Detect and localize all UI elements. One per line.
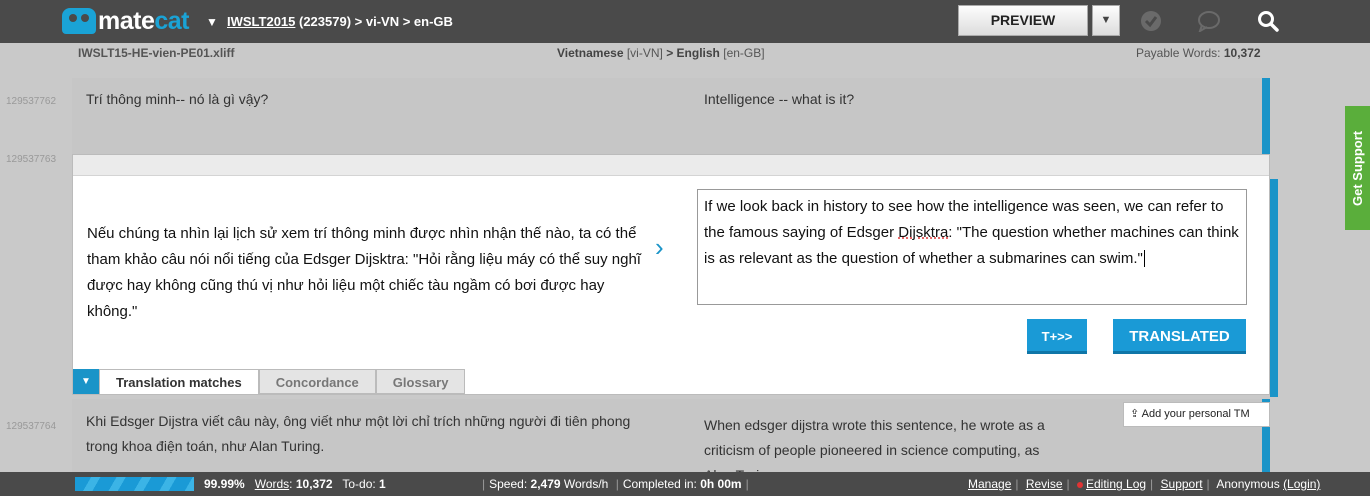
tabs-toggle-caret-icon[interactable]: ▼ <box>73 369 99 394</box>
project-menu-caret-icon[interactable]: ▼ <box>206 15 218 29</box>
segment-source: Trí thông minh-- nó là gì vậy? <box>86 91 269 107</box>
target-misspelled-word[interactable]: Dijsktra <box>898 224 948 241</box>
search-icon[interactable] <box>1255 8 1281 34</box>
speed-label: Speed: <box>489 477 528 491</box>
status-bar: 99.99% Words: 10,372 To-do: 1 | Speed: 2,… <box>0 472 1370 496</box>
words-link[interactable]: Words <box>255 477 289 491</box>
tab-glossary[interactable]: Glossary <box>375 369 466 394</box>
support-link[interactable]: Support <box>1161 477 1203 491</box>
logo-text-b: cat <box>154 6 190 35</box>
completed-value: 0h 00m <box>700 477 742 491</box>
segment-editor: Nếu chúng ta nhìn lại lịch sử xem trí th… <box>72 154 1278 397</box>
preview-dropdown-button[interactable]: ▼ <box>1092 5 1120 36</box>
logo-mark-icon <box>62 8 96 34</box>
speed-unit: Words/h <box>563 477 609 491</box>
segment-row[interactable]: Trí thông minh-- nó là gì vậy? Intellige… <box>72 78 1270 154</box>
editor-header <box>73 155 1269 176</box>
speed-value: 2,479 <box>530 477 561 491</box>
logo-text: matecat <box>98 6 190 36</box>
editor-tabs: ▼ Translation matches Concordance Glossa… <box>73 369 466 394</box>
segment-row[interactable]: Khi Edsger Dijstra viết câu này, ông viế… <box>72 399 1270 483</box>
segment-status-bar <box>1270 179 1278 397</box>
segment-id: 129537764 <box>6 421 57 432</box>
translated-button[interactable]: TRANSLATED <box>1113 319 1246 354</box>
check-circle-icon[interactable] <box>1138 8 1164 34</box>
source-language-code: [vi-VN] <box>626 46 663 60</box>
status-summary: 99.99% Words: 10,372 To-do: 1 <box>204 477 386 491</box>
completed-label: Completed in: <box>622 477 697 491</box>
text-cursor <box>1143 250 1145 267</box>
speed-info: | Speed: 2,479 Words/h | Completed in: 0h … <box>482 477 749 491</box>
editing-log-dot-icon <box>1077 481 1083 488</box>
tag-projection-button[interactable]: T+>> <box>1027 319 1087 354</box>
preview-button[interactable]: PREVIEW <box>958 5 1088 36</box>
payable-words-value: 10,372 <box>1223 46 1261 60</box>
logo-text-a: mate <box>98 6 155 35</box>
matecat-logo[interactable]: matecat <box>62 6 190 36</box>
file-name: IWSLT15-HE-vien-PE01.xliff <box>78 46 235 60</box>
login-link[interactable]: (Login) <box>1283 477 1320 491</box>
source-language: Vietnamese <box>557 46 624 60</box>
upload-icon: ⇪ <box>1130 408 1140 420</box>
todo-label: To-do: <box>342 477 376 491</box>
segment-target[interactable]: Intelligence -- what is it? <box>704 87 1244 112</box>
tab-concordance[interactable]: Concordance <box>258 369 376 394</box>
segment-source: Nếu chúng ta nhìn lại lịch sử xem trí th… <box>87 225 641 320</box>
add-personal-tm-tooltip[interactable]: ⇪ Add your personal TM <box>1123 402 1270 427</box>
add-personal-tm-label: Add your personal TM <box>1141 408 1250 420</box>
manage-link[interactable]: Manage <box>968 477 1011 491</box>
revise-link[interactable]: Revise <box>1026 477 1063 491</box>
tab-translation-matches[interactable]: Translation matches <box>99 369 259 394</box>
language-pair: Vietnamese [vi-VN] > English [en-GB] <box>557 46 765 60</box>
comment-icon[interactable] <box>1196 8 1222 34</box>
language-separator: > <box>666 46 674 60</box>
user-name: Anonymous <box>1216 477 1280 491</box>
project-link[interactable]: IWSLT2015 <box>227 14 295 29</box>
footer-links: Manage | Revise | Editing Log | Support | An… <box>968 477 1321 491</box>
segment-id: 129537763 <box>6 154 57 165</box>
target-language-code: [en-GB] <box>723 46 765 60</box>
editing-log-link[interactable]: Editing Log <box>1086 477 1146 491</box>
file-info-bar: IWSLT15-HE-vien-PE01.xliff Vietnamese [v… <box>0 46 1370 64</box>
segment-id: 129537762 <box>6 96 57 107</box>
target-editor-field[interactable]: If we look back in history to see how th… <box>697 189 1247 305</box>
top-bar: matecat ▼ IWSLT2015 (223579) > vi-VN > e… <box>0 0 1370 43</box>
get-support-tab[interactable]: Get Support <box>1345 106 1370 230</box>
project-details: (223579) > vi-VN > en-GB <box>295 14 453 29</box>
payable-words-label: Payable Words: <box>1136 46 1221 60</box>
copy-source-arrow-icon[interactable]: › <box>655 232 664 263</box>
project-breadcrumb: IWSLT2015 (223579) > vi-VN > en-GB <box>227 14 453 29</box>
todo-count: 1 <box>379 477 386 491</box>
progress-bar <box>75 477 194 491</box>
segment-source: Khi Edsger Dijstra viết câu này, ông viế… <box>86 413 631 454</box>
payable-words: Payable Words: 10,372 <box>1136 46 1261 60</box>
words-count: 10,372 <box>295 477 333 491</box>
progress-percent: 99.99% <box>204 477 245 491</box>
target-language: English <box>676 46 720 60</box>
